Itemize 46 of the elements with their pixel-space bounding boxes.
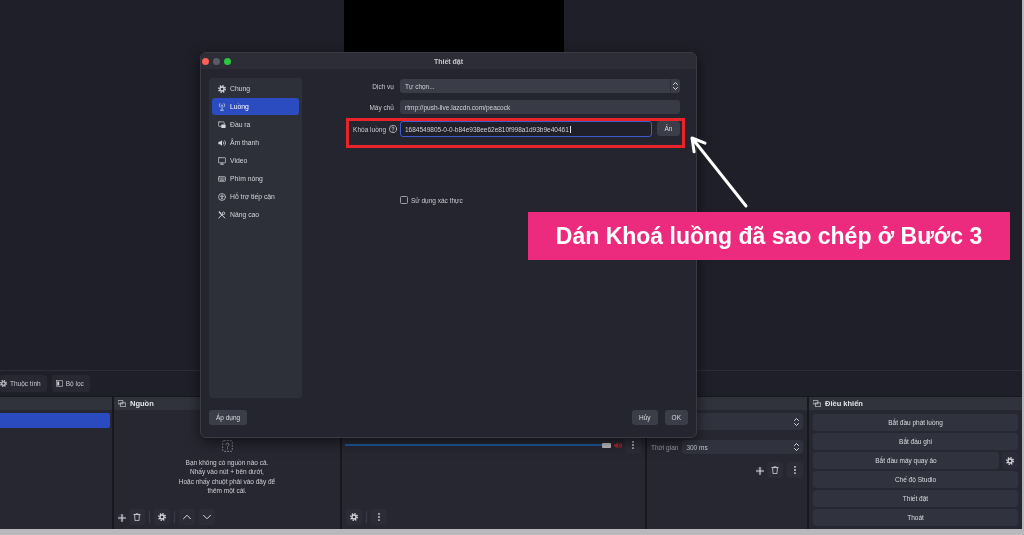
vertical-dots-icon xyxy=(791,466,799,474)
vertical-dots-icon xyxy=(629,441,637,449)
chevron-up-icon xyxy=(183,513,191,521)
pointer-arrow xyxy=(690,136,748,208)
monitor-window-icon xyxy=(218,120,226,129)
gear-icon xyxy=(218,84,226,93)
accessibility-icon xyxy=(218,192,226,201)
zoom-window-icon[interactable] xyxy=(224,57,231,65)
transition-menu-button[interactable] xyxy=(787,462,803,478)
keyboard-icon xyxy=(218,174,226,183)
help-icon[interactable] xyxy=(389,125,397,133)
trash-icon xyxy=(771,466,779,474)
add-transition-button[interactable] xyxy=(756,466,763,474)
gear-icon xyxy=(350,513,358,521)
filter-icon xyxy=(55,380,63,387)
question-mark-icon xyxy=(221,440,233,452)
remove-transition-button[interactable] xyxy=(767,462,783,478)
plus-icon xyxy=(118,513,126,522)
properties-icon-button[interactable] xyxy=(154,509,170,525)
monitor-icon xyxy=(218,156,226,165)
move-up-button[interactable] xyxy=(179,509,195,525)
close-window-icon[interactable] xyxy=(202,57,209,65)
gear-icon xyxy=(1006,456,1014,465)
virtual-camera-settings-button[interactable] xyxy=(1002,452,1018,469)
trash-icon xyxy=(133,513,141,521)
mixer-menu-button[interactable] xyxy=(371,509,387,525)
volume-slider-thumb[interactable] xyxy=(602,442,611,448)
mixer-settings-button[interactable] xyxy=(346,509,362,525)
move-down-button[interactable] xyxy=(199,509,215,525)
remove-button[interactable] xyxy=(129,509,145,525)
checkbox[interactable] xyxy=(400,196,408,204)
windows-icon xyxy=(813,400,821,407)
chevron-down-icon xyxy=(203,513,211,521)
plus-icon xyxy=(756,466,764,475)
callout-text: Dán Khoá luồng đã sao chép ở Bước 3 xyxy=(555,222,983,250)
up-down-arrows-icon xyxy=(673,82,678,90)
windows-icon xyxy=(118,400,126,407)
vertical-dots-icon xyxy=(375,513,383,521)
tools-icon xyxy=(218,210,226,219)
up-down-arrows-icon xyxy=(794,443,799,451)
gear-icon xyxy=(0,380,7,387)
antenna-icon xyxy=(218,102,226,111)
up-down-arrows-icon xyxy=(794,417,799,426)
add-button[interactable] xyxy=(118,513,125,521)
gear-icon xyxy=(158,513,166,521)
speaker-icon xyxy=(218,138,226,147)
